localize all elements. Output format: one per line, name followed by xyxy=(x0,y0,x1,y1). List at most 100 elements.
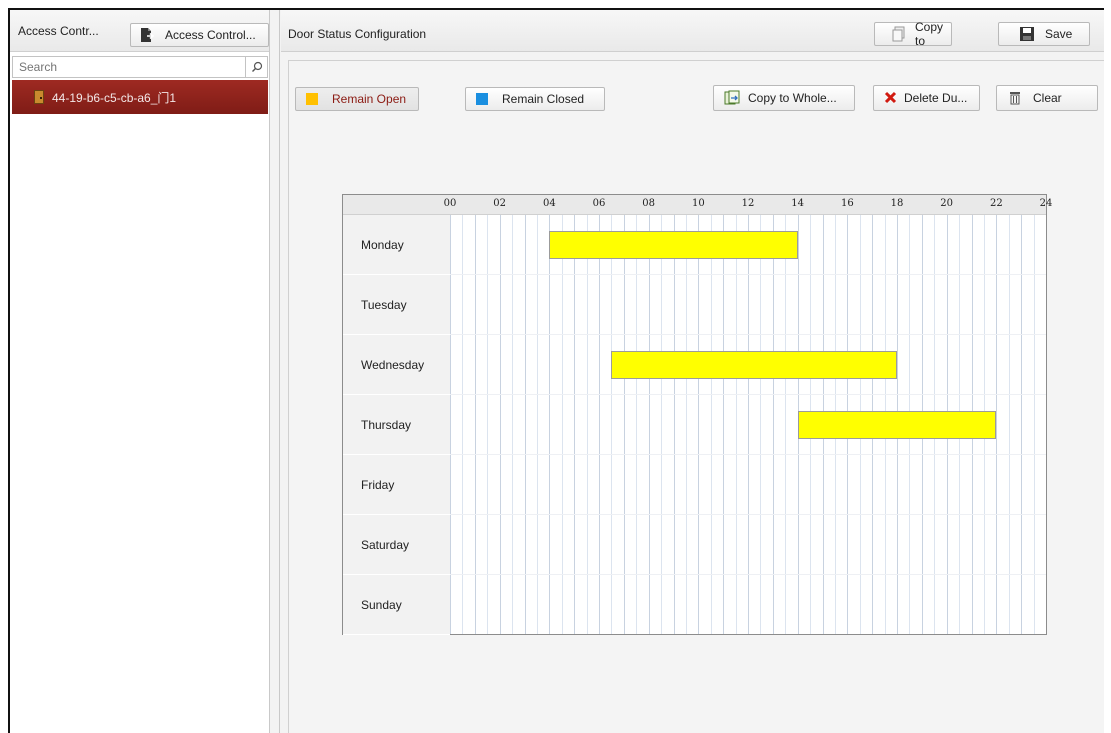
grid-line xyxy=(1009,215,1010,634)
day-column: Monday Tuesday Wednesday Thursday Friday Satu… xyxy=(343,215,450,635)
hour-label: 00 xyxy=(443,198,457,209)
grid-line xyxy=(674,215,675,634)
grid-line xyxy=(636,215,637,634)
hour-label: 24 xyxy=(1039,198,1053,209)
hour-label: 16 xyxy=(840,198,854,209)
delete-x-icon xyxy=(884,91,898,105)
grid-line xyxy=(599,215,600,634)
day-label-friday: Friday xyxy=(343,455,450,515)
hour-label: 04 xyxy=(542,198,556,209)
remain-open-button[interactable]: Remain Open xyxy=(295,87,419,111)
remain-open-swatch-icon xyxy=(306,93,318,105)
remain-open-segment[interactable] xyxy=(549,231,798,259)
delete-duration-label: Delete Du... xyxy=(904,91,968,105)
grid-line xyxy=(562,215,563,634)
config-panel-header: Door Status Configuration Copy to Save xyxy=(281,10,1104,52)
tree-item-door[interactable]: 44-19-b6-c5-cb-a6_门1 xyxy=(12,80,268,114)
hour-label: 18 xyxy=(890,198,904,209)
grid-line xyxy=(760,215,761,634)
grid-line xyxy=(1021,215,1022,634)
copy-icon xyxy=(891,26,907,42)
day-label-monday: Monday xyxy=(343,215,450,275)
hour-label: 12 xyxy=(741,198,755,209)
grid-line xyxy=(736,215,737,634)
search-box xyxy=(12,56,268,78)
access-control-button[interactable]: Access Control... xyxy=(130,23,269,47)
grid-line xyxy=(574,215,575,634)
device-panel-title: Access Contr... xyxy=(18,24,99,38)
grid-line xyxy=(462,215,463,634)
search-input[interactable] xyxy=(13,57,233,77)
grid-line xyxy=(450,215,451,634)
remain-open-label: Remain Open xyxy=(332,92,407,106)
tree-item-label: 44-19-b6-c5-cb-a6_门1 xyxy=(52,90,177,105)
row-divider xyxy=(450,574,1046,575)
panel-splitter[interactable] xyxy=(270,10,280,733)
delete-duration-button[interactable]: Delete Du... xyxy=(873,85,980,111)
device-panel-header: Access Contr... Access Control... xyxy=(10,10,269,52)
grid-line xyxy=(711,215,712,634)
hour-label: 22 xyxy=(989,198,1003,209)
clear-label: Clear xyxy=(1033,91,1062,105)
device-panel: Access Contr... Access Control... Search… xyxy=(10,10,270,733)
grid-line xyxy=(785,215,786,634)
app-frame: Access Contr... Access Control... Search… xyxy=(8,8,1104,733)
remain-closed-swatch-icon xyxy=(476,93,488,105)
grid-line xyxy=(549,215,550,634)
schedule-timeline[interactable] xyxy=(450,215,1046,634)
day-label-saturday: Saturday xyxy=(343,515,450,575)
grid-line xyxy=(611,215,612,634)
row-divider xyxy=(450,334,1046,335)
remain-open-segment[interactable] xyxy=(797,411,997,439)
grid-line xyxy=(475,215,476,634)
row-divider xyxy=(450,274,1046,275)
grid-line xyxy=(1034,215,1035,634)
day-label-wednesday: Wednesday xyxy=(343,335,450,395)
row-divider xyxy=(450,454,1046,455)
trash-icon xyxy=(1009,91,1023,105)
grid-line xyxy=(512,215,513,634)
save-label: Save xyxy=(1045,27,1073,41)
grid-line xyxy=(587,215,588,634)
grid-line xyxy=(661,215,662,634)
save-icon xyxy=(1019,26,1037,42)
hour-label: 02 xyxy=(493,198,507,209)
remain-closed-button[interactable]: Remain Closed xyxy=(465,87,605,111)
grid-line xyxy=(500,215,501,634)
grid-line xyxy=(537,215,538,634)
grid-line xyxy=(773,215,774,634)
grid-line xyxy=(723,215,724,634)
door-icon xyxy=(34,90,44,104)
export-document-icon xyxy=(139,27,157,43)
hour-label: 06 xyxy=(592,198,606,209)
grid-line xyxy=(487,215,488,634)
copy-week-icon xyxy=(724,90,742,106)
grid-line xyxy=(624,215,625,634)
page-title: Door Status Configuration xyxy=(288,27,427,41)
grid-line xyxy=(525,215,526,634)
hour-label: 08 xyxy=(642,198,656,209)
day-label-sunday: Sunday xyxy=(343,575,450,635)
remain-open-segment[interactable] xyxy=(611,351,897,379)
grid-line xyxy=(748,215,749,634)
grid-line xyxy=(686,215,687,634)
hour-label: 14 xyxy=(791,198,805,209)
save-button[interactable]: Save xyxy=(998,22,1090,46)
day-label-thursday: Thursday xyxy=(343,395,450,455)
hour-header-row: 00 02 04 06 08 10 12 14 16 18 20 22 24 xyxy=(343,195,1052,215)
row-divider xyxy=(450,394,1046,395)
copy-to-whole-week-button[interactable]: Copy to Whole... xyxy=(713,85,855,111)
copy-to-button[interactable]: Copy to xyxy=(874,20,952,48)
search-icon[interactable] xyxy=(245,57,267,77)
access-control-button-label: Access Control... xyxy=(165,28,256,42)
grid-line xyxy=(698,215,699,634)
clear-button[interactable]: Clear xyxy=(996,85,1098,111)
schedule-content: Remain Open Remain Closed Copy to Whole.… xyxy=(288,60,1104,733)
config-panel: Door Status Configuration Copy to Save R… xyxy=(281,10,1104,733)
remain-closed-label: Remain Closed xyxy=(502,92,585,106)
grid-line xyxy=(649,215,650,634)
hour-label: 20 xyxy=(940,198,954,209)
day-label-tuesday: Tuesday xyxy=(343,275,450,335)
hour-label: 10 xyxy=(691,198,705,209)
row-divider xyxy=(450,514,1046,515)
